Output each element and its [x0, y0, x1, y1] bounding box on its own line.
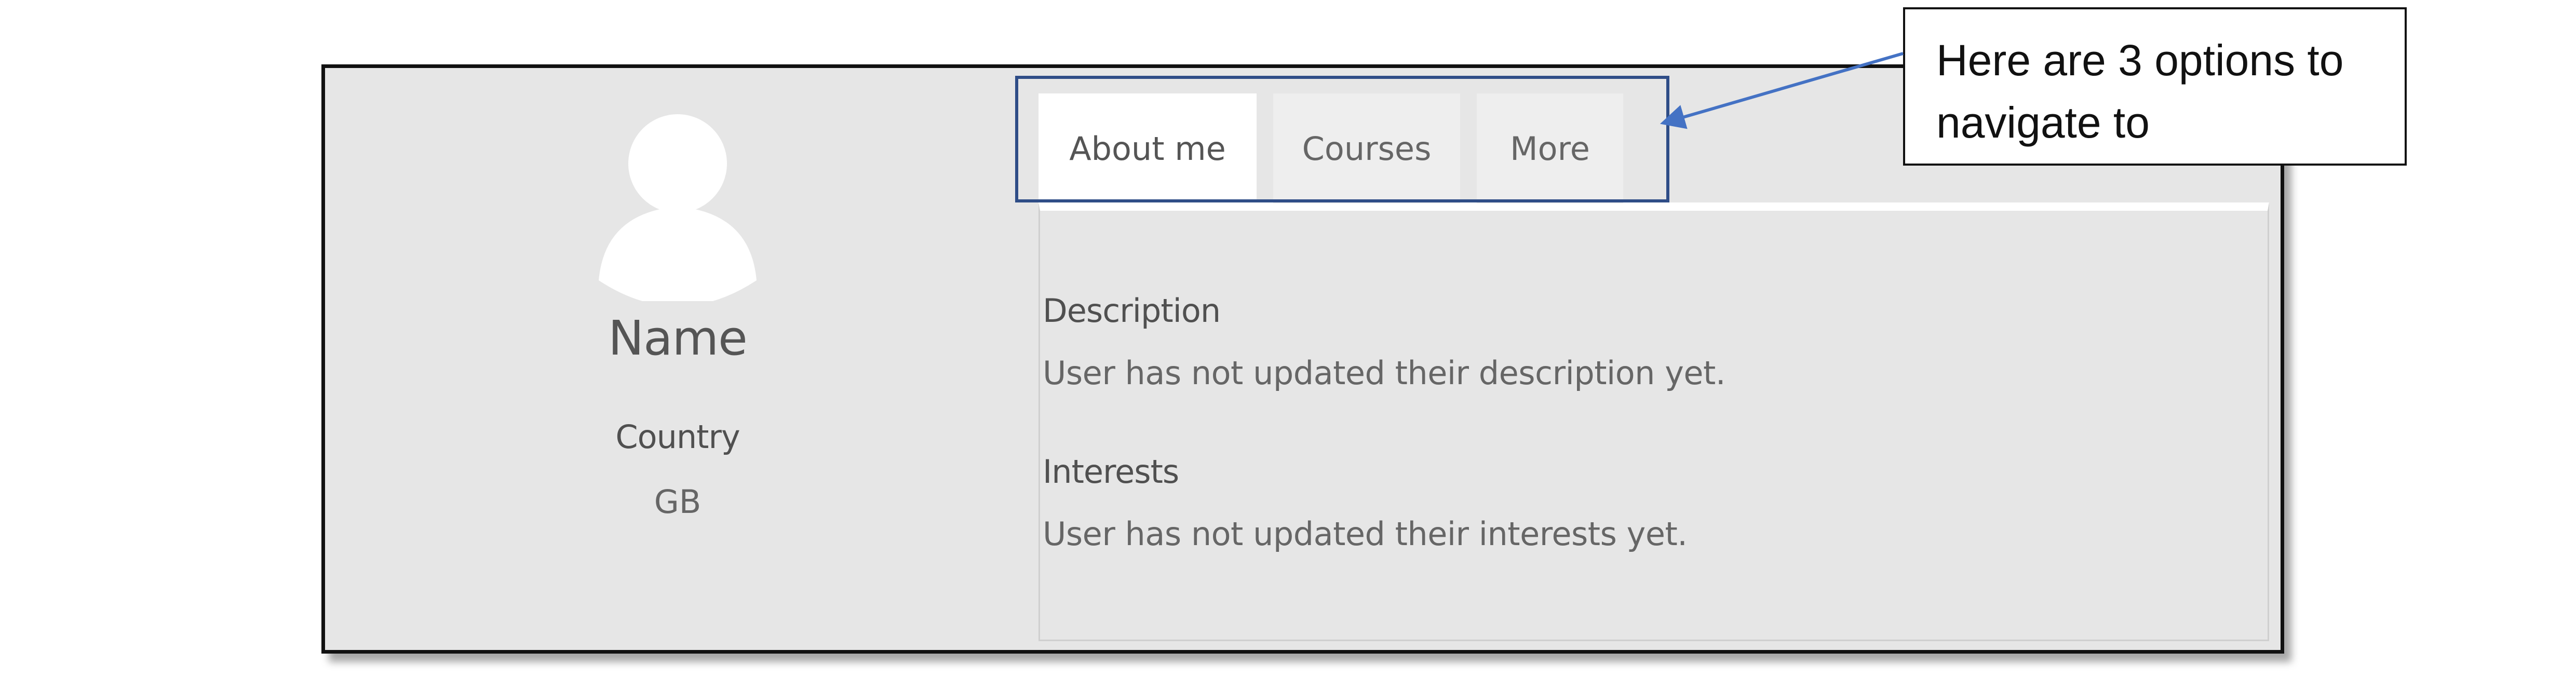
country-label: Country [615, 418, 740, 456]
description-text: User has not updated their description y… [1043, 354, 1726, 392]
tab-content-area [1039, 202, 2269, 641]
country-value: GB [654, 483, 702, 521]
interests-text: User has not updated their interests yet… [1043, 515, 1688, 553]
annotation-callout: Here are 3 options to navigate to [1903, 7, 2407, 166]
description-heading: Description [1043, 292, 1221, 330]
interests-heading: Interests [1043, 453, 1179, 491]
default-user-avatar-icon [595, 114, 761, 301]
tabs-highlight-box [1015, 76, 1669, 202]
profile-name: Name [608, 310, 747, 366]
